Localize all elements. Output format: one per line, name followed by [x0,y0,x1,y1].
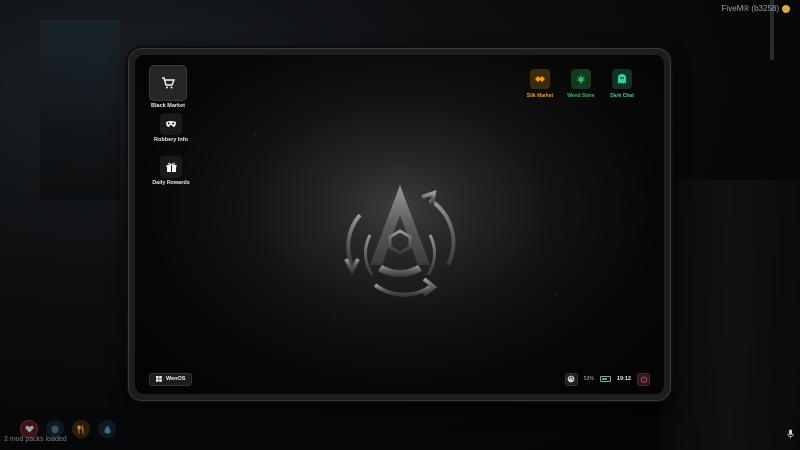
microphone-icon [787,429,794,439]
hunger-indicator [72,420,90,438]
shield-icon [51,425,59,433]
app-silk-market[interactable]: Silk Market [522,69,558,99]
black-market-label: Black Market [151,103,185,109]
thirst-indicator [98,420,116,438]
battery-percent: 53% [583,376,594,382]
server-label: FiveM® (b3258) [722,4,790,13]
tablet-screen: Black Market Robbery Info Daily Rewards … [135,55,664,394]
water-drop-icon [104,425,110,433]
palette-icon [568,375,575,383]
battery-icon [599,376,611,382]
desktop-icon-daily-rewards[interactable]: Daily Rewards [150,156,192,187]
ghost-icon [618,74,626,84]
gift-icon [166,162,176,172]
desktop-icon-black-market[interactable]: Black Market [147,65,189,110]
app-dark-chat[interactable]: Dark Chat [604,69,640,99]
robbery-info-tile[interactable] [160,113,182,135]
desktop-icon-robbery-info[interactable]: Robbery Info [150,113,192,144]
fivem-logo-icon [782,4,790,13]
cart-icon [162,77,175,89]
clock: 19:12 [616,376,631,382]
system-tray: 53% 19:12 [564,372,650,386]
start-button-label: WenOS [166,376,186,382]
battery-fill [601,378,607,380]
mask-icon [166,121,176,127]
silk-icon [535,76,545,82]
power-icon [640,375,647,383]
microphone-indicator [787,426,794,444]
dark-chat-label: Dark Chat [610,93,634,99]
heart-icon [24,425,34,433]
silk-market-label: Silk Market [526,93,554,99]
dark-chat-tile[interactable] [612,69,632,89]
start-button[interactable]: WenOS [149,372,193,386]
background-building [40,20,120,200]
windows-icon [156,376,162,382]
weed-store-tile[interactable] [571,69,591,89]
theme-button[interactable] [564,372,578,386]
wenos-logo [344,185,456,297]
robbery-info-label: Robbery Info [154,137,188,143]
weed-store-label: Weed Store [567,93,595,99]
server-label-text: FiveM® (b3258) [721,4,779,13]
taskbar: WenOS 53% 19:12 [141,370,658,388]
background-wall [660,180,800,450]
fork-icon [77,424,84,433]
black-market-tile[interactable] [149,65,187,101]
daily-rewards-label: Daily Rewards [152,180,190,186]
silk-market-tile[interactable] [530,69,550,89]
leaf-icon [576,74,586,84]
tablet-frame: Black Market Robbery Info Daily Rewards … [128,48,671,401]
app-weed-store[interactable]: Weed Store [563,69,599,99]
power-button[interactable] [637,372,650,386]
daily-rewards-tile[interactable] [160,156,182,178]
mod-packs-status: 2 mod packs loaded [4,436,67,443]
